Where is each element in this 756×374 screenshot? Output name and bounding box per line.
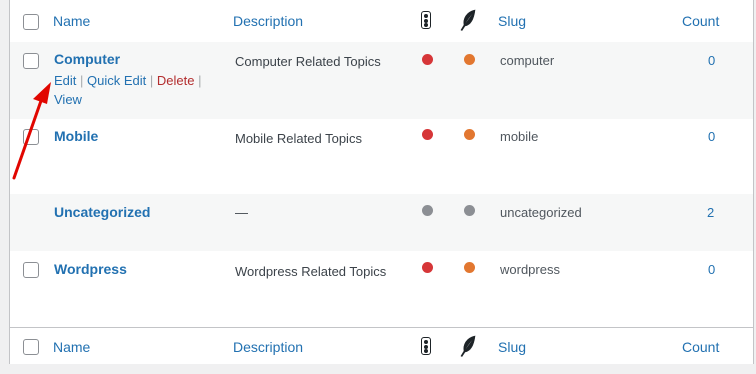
annotation-arrow [12,82,51,180]
